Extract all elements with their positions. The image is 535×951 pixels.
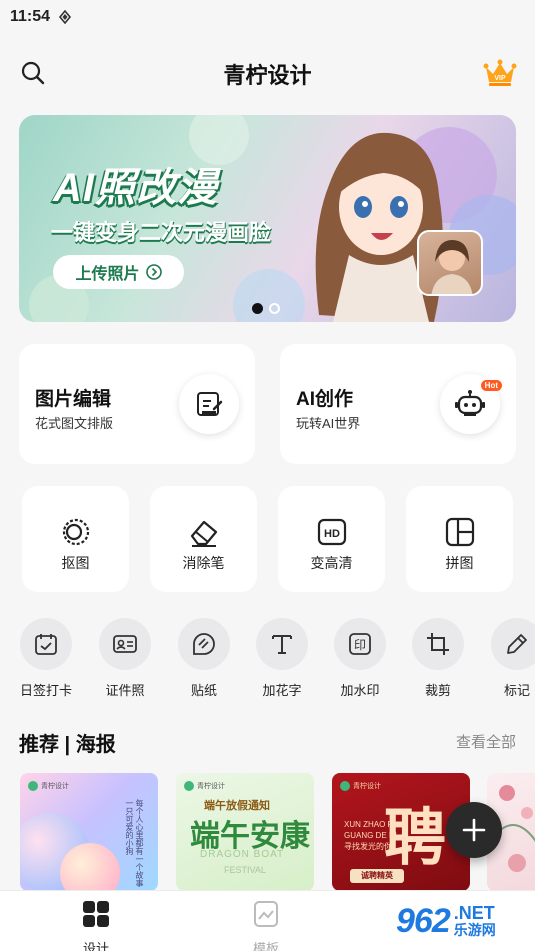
tool-cutout[interactable]: 抠图 xyxy=(22,486,129,592)
upload-photo-label: 上传照片 xyxy=(75,266,140,283)
ai-create-card[interactable]: AI创作 玩转AI世界 Hot xyxy=(280,344,516,464)
status-bar: 11:54 xyxy=(0,0,535,34)
sticker-icon xyxy=(193,633,215,655)
tool-collage[interactable]: 拼图 xyxy=(406,486,513,592)
ai-create-desc: 玩转AI世界 xyxy=(296,416,361,431)
sample-photo-thumbnail xyxy=(417,230,483,296)
tab-templates[interactable]: 模板 xyxy=(226,899,306,951)
pencil-icon xyxy=(507,634,527,654)
poster-vertical-text: 每个人心里都有一个故事 一只可爱的小狗 xyxy=(125,799,144,887)
mini-tool-mark[interactable]: 标记 xyxy=(487,618,535,699)
chevron-right-circle-icon xyxy=(145,264,162,280)
hot-badge: Hot xyxy=(480,380,502,391)
tool-collage-label: 拼图 xyxy=(445,555,474,571)
poster-brand: 青柠设计 xyxy=(184,781,225,791)
portrait-photo xyxy=(431,240,473,294)
cutout-icon xyxy=(62,518,90,546)
text-icon xyxy=(272,635,292,654)
promo-banner[interactable]: AI照改漫 一键变身二次元漫画脸 上传照片 xyxy=(19,115,516,322)
poster-button: 诚聘精英 xyxy=(350,869,404,883)
mini-tool-daily-checkin[interactable]: 日签打卡 xyxy=(16,618,76,699)
svg-text:HD: HD xyxy=(324,528,340,540)
svg-text:印: 印 xyxy=(354,638,366,652)
create-fab-button[interactable] xyxy=(446,802,502,858)
tab-label: 模板 xyxy=(252,941,279,951)
tool-hd-label: 变高清 xyxy=(310,555,353,571)
tab-design[interactable]: 设计 xyxy=(56,899,136,951)
search-icon[interactable] xyxy=(20,60,46,86)
banner-headline: AI照改漫 xyxy=(53,166,218,210)
watermark-number: 962 xyxy=(396,901,451,940)
tool-eraser[interactable]: 消除笔 xyxy=(150,486,257,592)
mini-tool-label: 裁剪 xyxy=(424,683,451,698)
app-title: 青柠设计 xyxy=(223,63,312,88)
crop-icon xyxy=(427,633,449,655)
edit-document-icon xyxy=(179,374,239,434)
mini-tool-label: 加花字 xyxy=(262,683,302,698)
mini-tool-label: 日签打卡 xyxy=(19,683,72,698)
calendar-check-icon xyxy=(35,634,57,655)
carousel-indicator xyxy=(252,303,280,314)
mini-tool-watermark[interactable]: 印 加水印 xyxy=(330,618,390,699)
template-icon xyxy=(254,901,278,927)
poster-line: DRAGON BOAT xyxy=(200,849,285,860)
tab-label: 设计 xyxy=(82,941,109,951)
poster-line: XUN ZHAO FA GUANG DE NI 寻找发光的你 xyxy=(344,820,397,851)
watermark-net: .NET xyxy=(453,903,495,923)
stamp-icon: 印 xyxy=(349,633,371,655)
upload-photo-button[interactable]: 上传照片 xyxy=(53,255,184,289)
id-card-icon xyxy=(113,635,137,653)
mini-tool-crop[interactable]: 裁剪 xyxy=(408,618,468,699)
tool-eraser-label: 消除笔 xyxy=(182,555,225,571)
banner-subtitle: 一键变身二次元漫画脸 xyxy=(51,220,272,245)
watermark-cn: 乐游网 xyxy=(453,922,496,938)
eraser-icon xyxy=(190,520,218,547)
collage-icon xyxy=(445,517,475,547)
mini-tool-label: 证件照 xyxy=(105,683,145,698)
tool-hd[interactable]: HD 变高清 xyxy=(278,486,385,592)
poster-brand: 青柠设计 xyxy=(340,781,381,791)
grid-icon xyxy=(83,901,109,927)
mini-tool-label: 贴纸 xyxy=(190,683,217,698)
section-title: 推荐 | 海报 xyxy=(19,734,116,756)
mini-tool-id-photo[interactable]: 证件照 xyxy=(95,618,155,699)
tool-cutout-label: 抠图 xyxy=(61,555,90,571)
status-time: 11:54 xyxy=(10,8,51,25)
top-bar: 青柠设计 VIP xyxy=(0,50,535,98)
mini-tool-label: 标记 xyxy=(503,683,530,698)
carousel-dot-active[interactable] xyxy=(252,303,263,314)
see-all-link[interactable]: 查看全部 xyxy=(456,731,516,752)
mini-tool-fancy-text[interactable]: 加花字 xyxy=(252,618,312,699)
decor-bubble xyxy=(60,843,120,891)
vip-crown-icon[interactable]: VIP xyxy=(483,58,517,88)
poster-line: FESTIVAL xyxy=(224,865,266,875)
poster-brand: 青柠设计 xyxy=(28,781,69,791)
network-icon xyxy=(59,10,72,24)
ai-create-title: AI创作 xyxy=(296,389,354,410)
mini-tool-sticker[interactable]: 贴纸 xyxy=(174,618,234,699)
site-watermark-logo: 962 .NET 乐游网 xyxy=(396,896,530,946)
mini-tool-label: 加水印 xyxy=(340,683,380,698)
poster-card[interactable]: 青柠设计 每个人心里都有一个故事 一只可爱的小狗 xyxy=(20,773,158,891)
image-edit-card[interactable]: 图片编辑 花式图文排版 xyxy=(19,344,255,464)
image-edit-title: 图片编辑 xyxy=(35,389,112,410)
hd-icon: HD xyxy=(317,518,347,546)
poster-card[interactable]: 青柠设计 端午放假通知 端午安康 DRAGON BOAT FESTIVAL xyxy=(176,773,314,891)
svg-text:VIP: VIP xyxy=(494,75,506,82)
image-edit-desc: 花式图文排版 xyxy=(35,416,114,431)
carousel-dot[interactable] xyxy=(269,303,280,314)
plus-icon xyxy=(462,818,486,842)
